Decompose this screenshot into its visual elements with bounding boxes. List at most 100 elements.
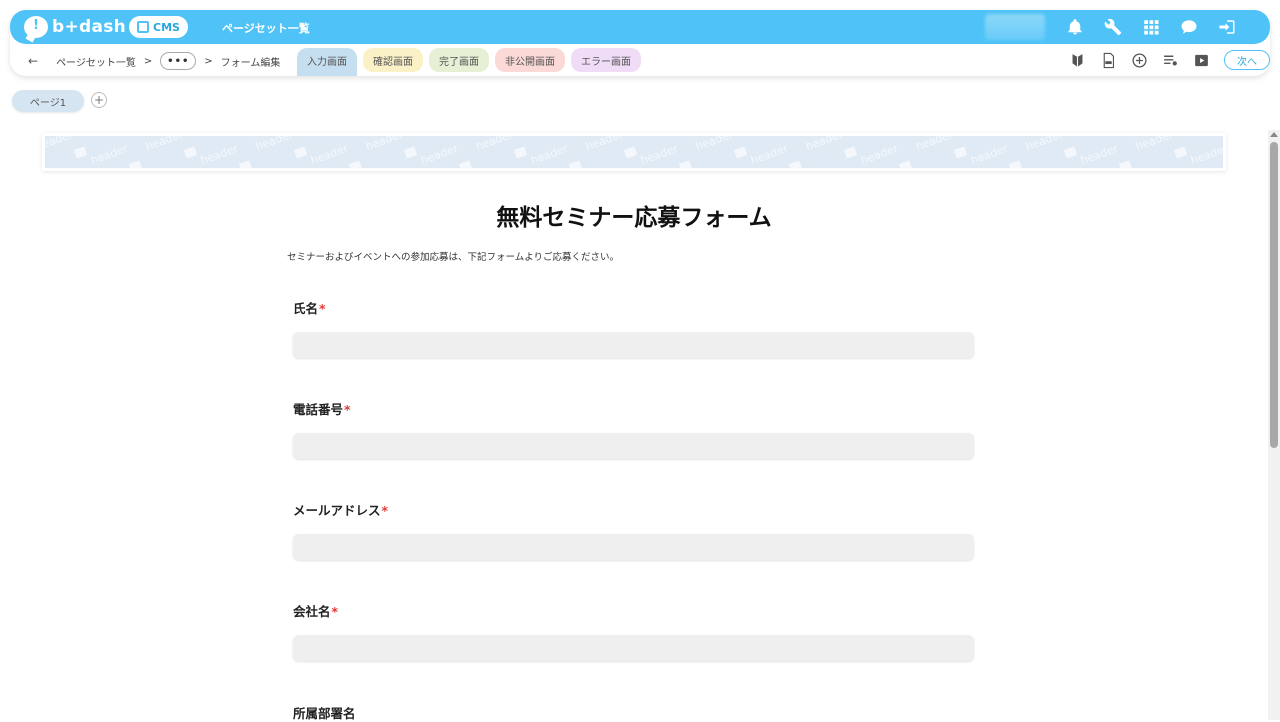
field-label-phone: 電話番号* [293,402,351,417]
image-placeholder-icon [1173,146,1188,159]
header-placeholder: header header header header header header head… [45,136,1223,168]
image-placeholder-icon [1118,160,1133,168]
image-placeholder-icon [403,146,418,159]
top-navigation: ! b+dash CMS ページセット一覧 ← ページセット一覧 > ••• >… [10,10,1270,76]
back-arrow-icon[interactable]: ← [28,54,38,68]
breadcrumb-item-page-set-list[interactable]: ページセット一覧 [56,54,136,69]
vertical-scrollbar[interactable] [1268,130,1280,720]
breadcrumb-item-form-edit: フォーム編集 [220,57,281,69]
header-watermark-text: header [528,141,570,168]
logo-mark-icon: ! [24,16,48,38]
header-watermark-text: header [1188,141,1223,168]
field-label-email: メールアドレス* [293,503,389,518]
header-watermark-text: header [45,136,75,154]
header-watermark-text: header [198,141,240,168]
name-input[interactable] [293,332,974,358]
image-placeholder-icon [513,146,528,159]
next-button[interactable]: 次へ [1224,50,1270,70]
tab-private-screen[interactable]: 非公開画面 [495,48,565,72]
breadcrumb-more-button[interactable]: ••• [160,52,197,70]
logout-icon[interactable] [1217,17,1237,37]
user-info-blurred[interactable] [985,14,1045,40]
logo-text: b+dash [52,17,127,37]
header-block[interactable]: header header header header header header head… [42,133,1226,171]
edit-icon [137,21,150,33]
header-watermark-text: header [913,136,955,154]
header-watermark-text: header [1078,141,1120,168]
screen-tabs: 入力画面 確認画面 完了画面 非公開画面 エラー画面 [297,48,641,76]
bell-icon[interactable] [1065,17,1085,37]
play-icon[interactable] [1191,50,1211,70]
image-placeholder-icon [128,160,143,168]
required-mark: * [381,503,389,518]
header-watermark-text: header [1023,136,1065,154]
header-watermark-text: header [748,141,790,168]
image-placeholder-icon [1008,160,1023,168]
image-placeholder-icon [73,146,88,159]
image-placeholder-icon [788,160,803,168]
cms-label: CMS [153,20,180,34]
header-watermark-text: header [308,141,350,168]
header-watermark-text: header [418,141,460,168]
breadcrumb-separator: > [143,55,153,67]
tab-complete-screen[interactable]: 完了画面 [429,48,489,72]
beginner-mark-icon[interactable] [1067,50,1087,70]
wrench-icon[interactable] [1103,17,1123,37]
header-watermark-text: header [253,136,295,154]
header-watermark-text: header [803,136,845,154]
image-placeholder-icon [348,160,363,168]
image-placeholder-icon [1063,146,1078,159]
image-placeholder-icon [238,160,253,168]
add-page-button[interactable]: + [91,92,107,108]
html-file-icon[interactable] [1098,50,1118,70]
header-watermark-text: header [1133,136,1175,154]
field-label-department: 所属部署名 [293,706,356,721]
header-watermark-text: header [88,141,130,168]
scroll-thumb[interactable] [1270,142,1278,448]
scroll-up-icon[interactable] [1270,132,1278,137]
image-placeholder-icon [733,146,748,159]
image-placeholder-icon [568,160,583,168]
top-bar-blue: ! b+dash CMS ページセット一覧 [10,10,1270,44]
chat-bot-icon[interactable] [1179,17,1199,37]
add-circle-icon[interactable] [1129,50,1149,70]
phone-input[interactable] [293,433,974,459]
header-watermark-text: header [473,136,515,154]
header-watermark-text: header [363,136,405,154]
image-placeholder-icon [843,146,858,159]
required-mark: * [319,301,326,316]
image-placeholder-icon [293,146,308,159]
image-placeholder-icon [678,160,693,168]
header-watermark-text: header [638,141,680,168]
breadcrumb-separator: > [204,55,213,67]
image-placeholder-icon [623,146,638,159]
field-label-name: 氏名* [293,301,326,316]
apps-grid-icon[interactable] [1141,17,1161,37]
image-placeholder-icon [183,146,198,159]
header-watermark-text: header [583,136,625,154]
image-placeholder-icon [458,160,473,168]
settings-list-icon[interactable] [1160,50,1180,70]
page-title: ページセット一覧 [222,22,310,35]
field-label-company: 会社名* [293,604,339,619]
breadcrumb: ← ページセット一覧 > ••• > フォーム編集 [28,51,280,71]
header-watermark-text: header [693,136,735,154]
top-icons [1065,17,1237,37]
tab-confirm-screen[interactable]: 確認画面 [363,48,423,72]
bdash-logo[interactable]: ! b+dash [24,16,126,38]
image-placeholder-icon [898,160,913,168]
header-watermark-text: header [858,141,900,168]
email-input[interactable] [293,534,974,560]
image-placeholder-icon [953,146,968,159]
editor-tools: 次へ [1067,50,1270,70]
header-watermark-text: header [968,141,1010,168]
tab-error-screen[interactable]: エラー画面 [571,48,641,72]
tab-input-screen[interactable]: 入力画面 [297,48,357,76]
required-mark: * [331,604,339,619]
header-watermark-text: header [143,136,185,154]
form-title: 無料セミナー応募フォーム [496,205,772,231]
cms-module-button[interactable]: CMS [129,16,188,38]
company-input[interactable] [293,635,974,661]
form-description: セミナーおよびイベントへの参加応募は、下記フォームよりご応募ください。 [287,252,620,263]
page-tab-1[interactable]: ページ1 [12,90,84,112]
